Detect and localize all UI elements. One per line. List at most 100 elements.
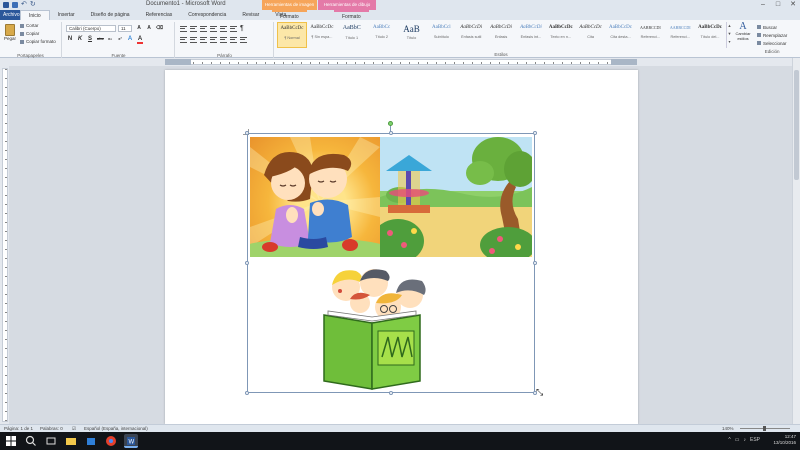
style-subtitle[interactable]: AaBbCcl Subtítulo [426, 22, 456, 48]
zoom-level[interactable]: 140% [722, 426, 734, 431]
resize-handle-top[interactable] [389, 131, 393, 135]
styles-gallery-scroll[interactable]: ▲ ▼ ▾ [726, 22, 732, 48]
style-quote[interactable]: AaBbCcDc Cita [576, 22, 606, 48]
style-sample: AaBbCcDc [548, 25, 573, 30]
resize-handle-top-right[interactable] [533, 131, 537, 135]
style-subtle-reference[interactable]: AABBCCDI Referenci... [635, 22, 665, 48]
redo-icon[interactable]: ↻ [30, 1, 36, 8]
keyboard-language[interactable]: ESP [750, 437, 760, 443]
increase-indent-icon[interactable] [220, 26, 227, 32]
show-marks-icon[interactable]: ¶ [240, 25, 244, 32]
style-book-title[interactable]: AaBbCcDc Título del... [695, 22, 725, 48]
word-count[interactable]: Palabras: 0 [40, 426, 63, 431]
numbering-icon[interactable] [190, 26, 197, 32]
line-spacing-icon[interactable] [220, 37, 227, 43]
word-taskbar-icon[interactable]: W [124, 434, 138, 448]
clear-format-button[interactable]: ⌫ [156, 25, 163, 31]
resize-handle-left[interactable] [245, 261, 249, 265]
font-name-select[interactable]: Calibri (Cuerpo) [66, 25, 116, 32]
font-size-select[interactable]: 11 [118, 25, 132, 32]
start-button[interactable] [4, 434, 18, 448]
copy-button[interactable]: Copiar [20, 31, 39, 36]
tab-mailings[interactable]: Correspondencia [180, 10, 234, 20]
style-strong[interactable]: AaBbCcDc Texto en n... [546, 22, 576, 48]
style-title[interactable]: AaB Título [397, 22, 427, 48]
ruler-left-margin[interactable] [165, 59, 191, 65]
search-taskbar-icon[interactable] [24, 434, 38, 448]
language-indicator[interactable]: Español (España, internacional) [84, 426, 148, 431]
select-button[interactable]: Seleccionar [757, 39, 787, 47]
horizontal-ruler[interactable] [0, 58, 800, 66]
ruler-right-margin[interactable] [611, 59, 637, 65]
store-icon[interactable] [84, 434, 98, 448]
cut-button[interactable]: Cortar [20, 23, 39, 28]
subscript-button[interactable]: x₂ [107, 36, 113, 44]
tab-picture-format[interactable]: Formato [272, 10, 307, 20]
multilevel-list-icon[interactable] [200, 26, 207, 32]
align-left-icon[interactable] [180, 37, 187, 43]
align-right-icon[interactable] [200, 37, 207, 43]
word-app-icon[interactable] [3, 2, 9, 8]
minimize-button[interactable]: – [758, 1, 768, 9]
resize-handle-top-left[interactable] [245, 131, 249, 135]
tab-drawing-format[interactable]: Formato [334, 10, 369, 20]
vertical-ruler[interactable] [0, 66, 9, 424]
style-intense-emphasis[interactable]: AaBbCcDi Énfasis int... [516, 22, 546, 48]
close-button[interactable]: ✕ [788, 1, 798, 9]
borders-icon[interactable] [240, 37, 247, 43]
zoom-slider-knob[interactable] [763, 426, 766, 431]
tab-page-layout[interactable]: Diseño de página [83, 10, 138, 20]
undo-icon[interactable]: ↶ [21, 1, 27, 8]
italic-button[interactable]: K [77, 36, 83, 44]
tab-home[interactable]: Inicio [20, 10, 50, 20]
chrome-icon[interactable] [104, 434, 118, 448]
sort-icon[interactable] [230, 26, 237, 32]
find-button[interactable]: Buscar [757, 23, 787, 31]
resize-handle-bottom-left[interactable] [245, 391, 249, 395]
superscript-button[interactable]: x² [117, 36, 123, 44]
shrink-font-button[interactable]: A [146, 25, 152, 31]
file-explorer-icon[interactable] [64, 434, 78, 448]
tab-file[interactable]: Archivo [0, 10, 20, 20]
save-icon[interactable] [12, 2, 18, 8]
tab-insert[interactable]: Insertar [50, 10, 83, 20]
selection-frame[interactable] [247, 133, 535, 393]
volume-icon[interactable]: ♪ [743, 437, 746, 443]
strikethrough-button[interactable]: abc [97, 36, 104, 44]
rotation-handle[interactable] [388, 121, 393, 126]
style-no-spacing[interactable]: AaBbCcDc ¶ Sin espa... [307, 22, 337, 48]
underline-button[interactable]: S [87, 36, 93, 44]
tab-references[interactable]: Referencias [138, 10, 181, 20]
shading-icon[interactable] [230, 37, 237, 43]
maximize-button[interactable]: □ [773, 1, 783, 9]
decrease-indent-icon[interactable] [210, 26, 217, 32]
change-styles-button[interactable]: A Cambiar estilos [735, 22, 751, 41]
network-icon[interactable]: ▭ [735, 437, 740, 443]
tab-review[interactable]: Revisar [234, 10, 267, 20]
resize-handle-right[interactable] [533, 261, 537, 265]
vertical-scrollbar[interactable] [792, 58, 800, 424]
style-intense-quote[interactable]: AaBbCcDc Cita desta... [606, 22, 636, 48]
task-view-icon[interactable] [44, 434, 58, 448]
chevron-up-icon[interactable]: ^ [728, 437, 730, 443]
paste-button[interactable]: Pegar [3, 24, 17, 46]
page-count[interactable]: Página: 1 de 1 [4, 426, 33, 431]
grow-font-button[interactable]: A [136, 25, 142, 31]
resize-handle-bottom[interactable] [389, 391, 393, 395]
style-subtle-emphasis[interactable]: AaBbCcDi Énfasis sutil [456, 22, 486, 48]
replace-button[interactable]: Reemplazar [757, 31, 787, 39]
bullets-icon[interactable] [180, 26, 187, 32]
style-heading-2[interactable]: AaBbCc Título 2 [367, 22, 397, 48]
scrollbar-thumb[interactable] [794, 70, 799, 180]
style-emphasis[interactable]: AaBbCcDi Énfasis [486, 22, 516, 48]
justify-icon[interactable] [210, 37, 217, 43]
style-intense-reference[interactable]: AABBCCDI Referenci... [665, 22, 695, 48]
clock[interactable]: 12:47 13/10/2016 [773, 434, 796, 446]
align-center-icon[interactable] [190, 37, 197, 43]
text-effects-button[interactable]: A [127, 36, 133, 44]
format-painter-button[interactable]: Copiar formato [20, 39, 56, 44]
style-heading-1[interactable]: AaBbC Título 1 [337, 22, 367, 48]
style-normal[interactable]: AaBbCcDc ¶ Normal [277, 22, 307, 48]
font-color-button[interactable]: A [137, 36, 143, 44]
bold-button[interactable]: N [67, 36, 73, 44]
